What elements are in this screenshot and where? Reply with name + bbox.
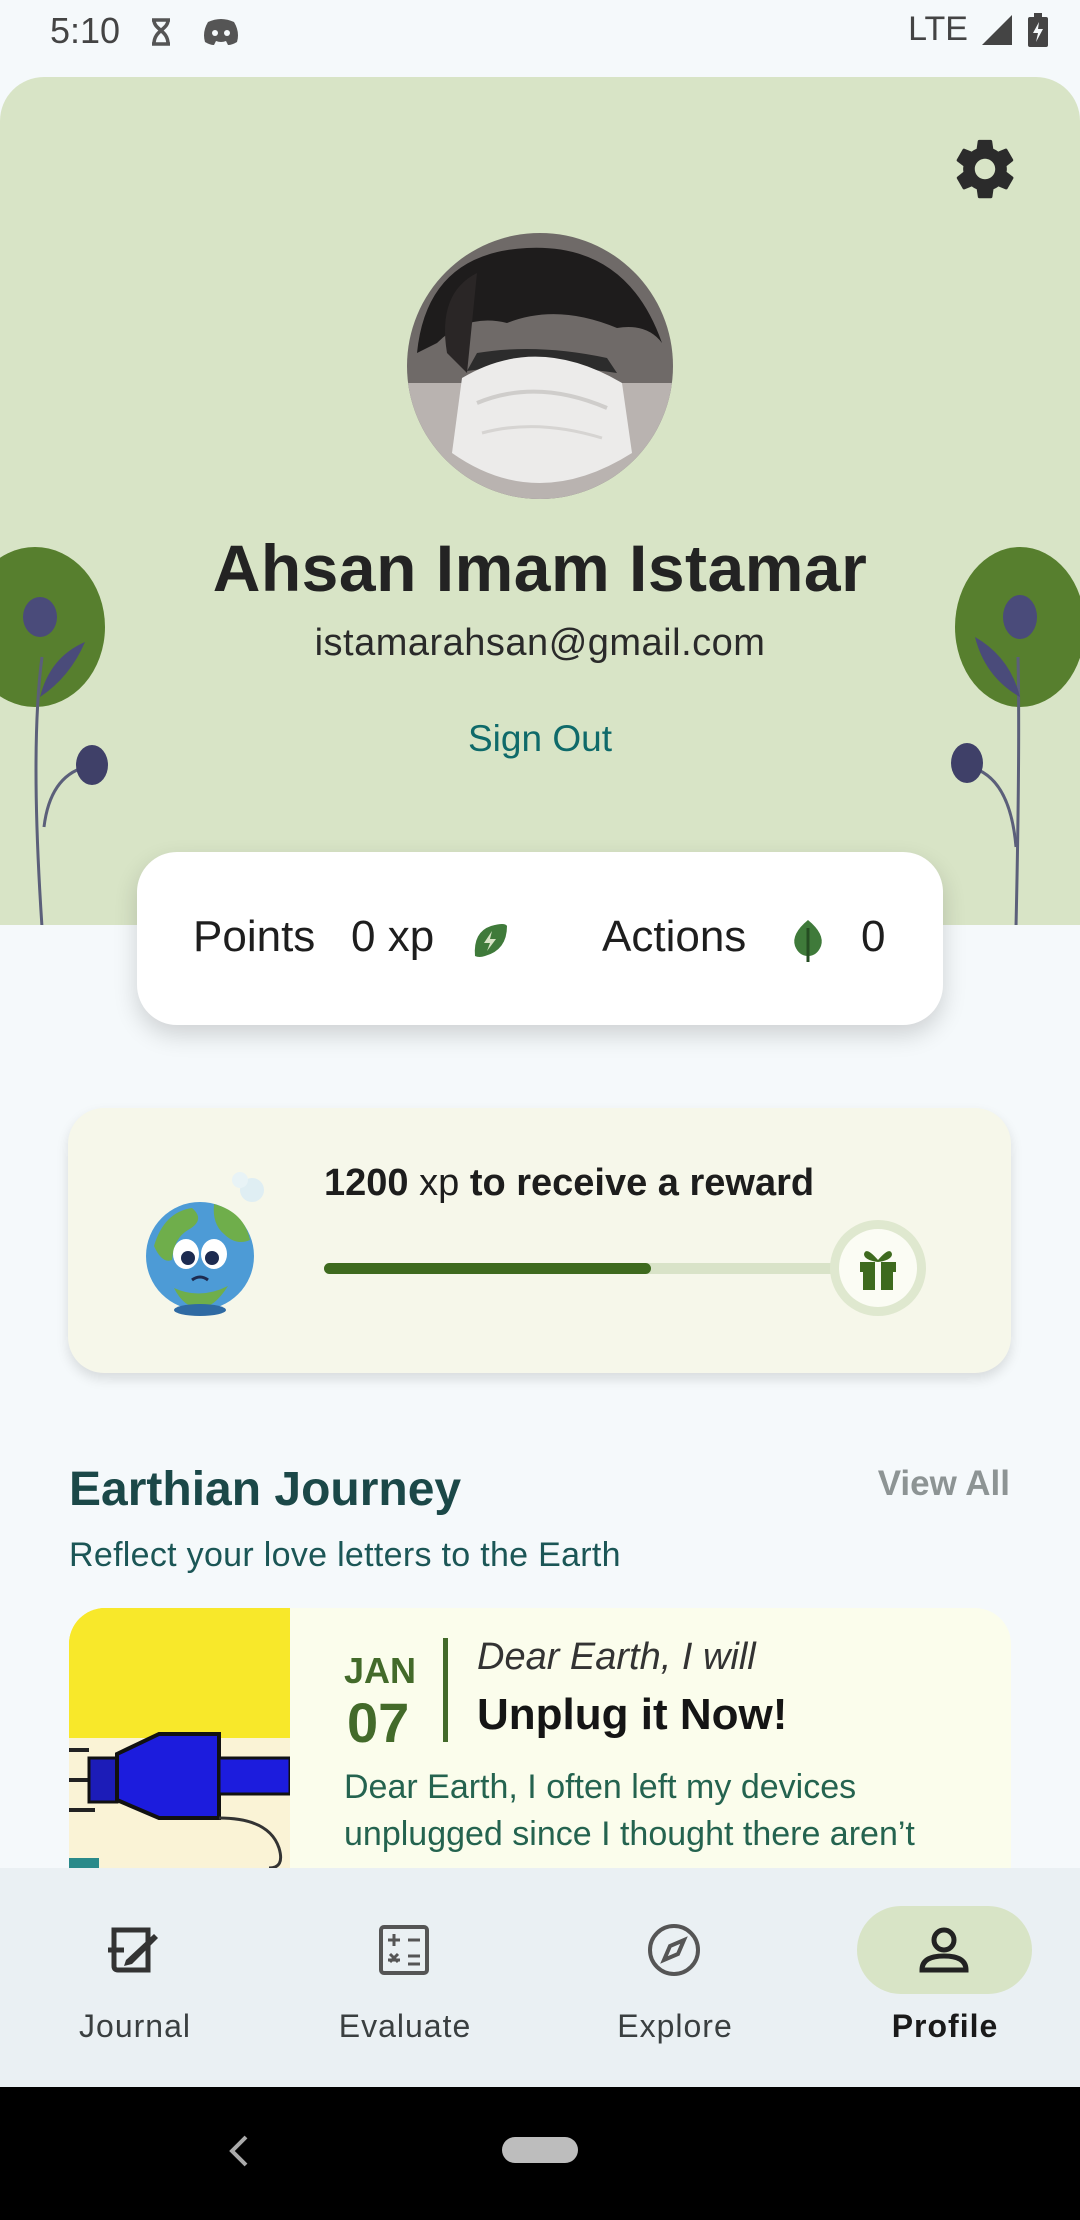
battery-charging-icon: [1028, 12, 1048, 47]
network-type: LTE: [908, 10, 968, 48]
back-icon[interactable]: [224, 2131, 254, 2176]
status-time: 5:10: [50, 10, 121, 51]
entry-title: Unplug it Now!: [477, 1690, 788, 1739]
gift-button[interactable]: [830, 1220, 926, 1316]
actions-label: Actions: [602, 912, 747, 961]
nav-explore[interactable]: Explore: [540, 1868, 810, 2087]
points-bolt-icon: [471, 922, 509, 965]
reward-amount: 1200: [324, 1162, 409, 1204]
home-pill[interactable]: [502, 2137, 578, 2163]
entry-body: Dear Earth, I often left my devices unpl…: [344, 1768, 915, 1853]
reward-unit: xp: [419, 1162, 460, 1204]
person-icon: [914, 1920, 974, 1980]
points-label: Points: [193, 912, 316, 961]
status-bar: 5:10 LTE: [0, 0, 1080, 66]
reward-progress-card[interactable]: 1200 xp to receive a reward: [68, 1108, 1011, 1373]
actions-value: 0: [861, 912, 886, 961]
avatar[interactable]: [407, 233, 673, 499]
app-notification-icon: [146, 14, 176, 55]
nav-explore-label: Explore: [617, 2008, 733, 2044]
discord-icon: [202, 18, 240, 51]
nav-profile[interactable]: Profile: [810, 1868, 1080, 2087]
nav-evaluate-label: Evaluate: [338, 2008, 472, 2044]
nav-journal[interactable]: Journal: [0, 1868, 270, 2087]
profile-header: [0, 77, 1080, 925]
entry-prefix: Dear Earth, I will: [477, 1636, 756, 1678]
journal-icon: [104, 1920, 164, 1980]
journey-section-subtitle: Reflect your love letters to the Earth: [69, 1536, 621, 1574]
bottom-navigation: Journal Evaluate Explore Profile: [0, 1868, 1080, 2087]
earth-mascot-icon: [144, 1168, 274, 1323]
reward-progress-fill: [324, 1263, 651, 1274]
entry-month: JAN: [344, 1650, 417, 1691]
reward-progress-track: [324, 1263, 869, 1274]
calculator-icon: [374, 1920, 434, 1980]
profile-name: Ahsan Imam Istamar: [212, 531, 868, 605]
reward-description: to receive a reward: [469, 1162, 815, 1204]
status-right: LTE: [908, 10, 1050, 49]
journey-section-title: Earthian Journey: [69, 1463, 462, 1516]
points-value: 0 xp: [351, 912, 435, 961]
unplug-illustration: [69, 1608, 290, 1868]
reward-text: 1200 xp to receive a reward: [324, 1162, 814, 1205]
actions-leaf-icon: [791, 918, 825, 967]
entry-day: 07: [347, 1691, 410, 1754]
stats-card: Points 0 xp Actions 0: [137, 852, 943, 1025]
gift-icon: [839, 1229, 917, 1307]
nav-profile-label: Profile: [891, 2008, 999, 2044]
journal-entry-card[interactable]: JAN 07 Dear Earth, I will Unplug it Now!…: [69, 1608, 1011, 1868]
nav-evaluate[interactable]: Evaluate: [270, 1868, 540, 2087]
compass-icon: [644, 1920, 704, 1980]
settings-gear-icon[interactable]: [950, 134, 1020, 204]
nav-journal-label: Journal: [79, 2008, 191, 2044]
sign-out-button[interactable]: Sign Out: [0, 718, 1080, 760]
signal-icon: [982, 14, 1012, 45]
profile-email: istamarahsan@gmail.com: [314, 622, 766, 664]
view-all-link[interactable]: View All: [878, 1464, 1010, 1504]
entry-divider: [443, 1638, 448, 1742]
system-navigation-bar: [0, 2087, 1080, 2220]
